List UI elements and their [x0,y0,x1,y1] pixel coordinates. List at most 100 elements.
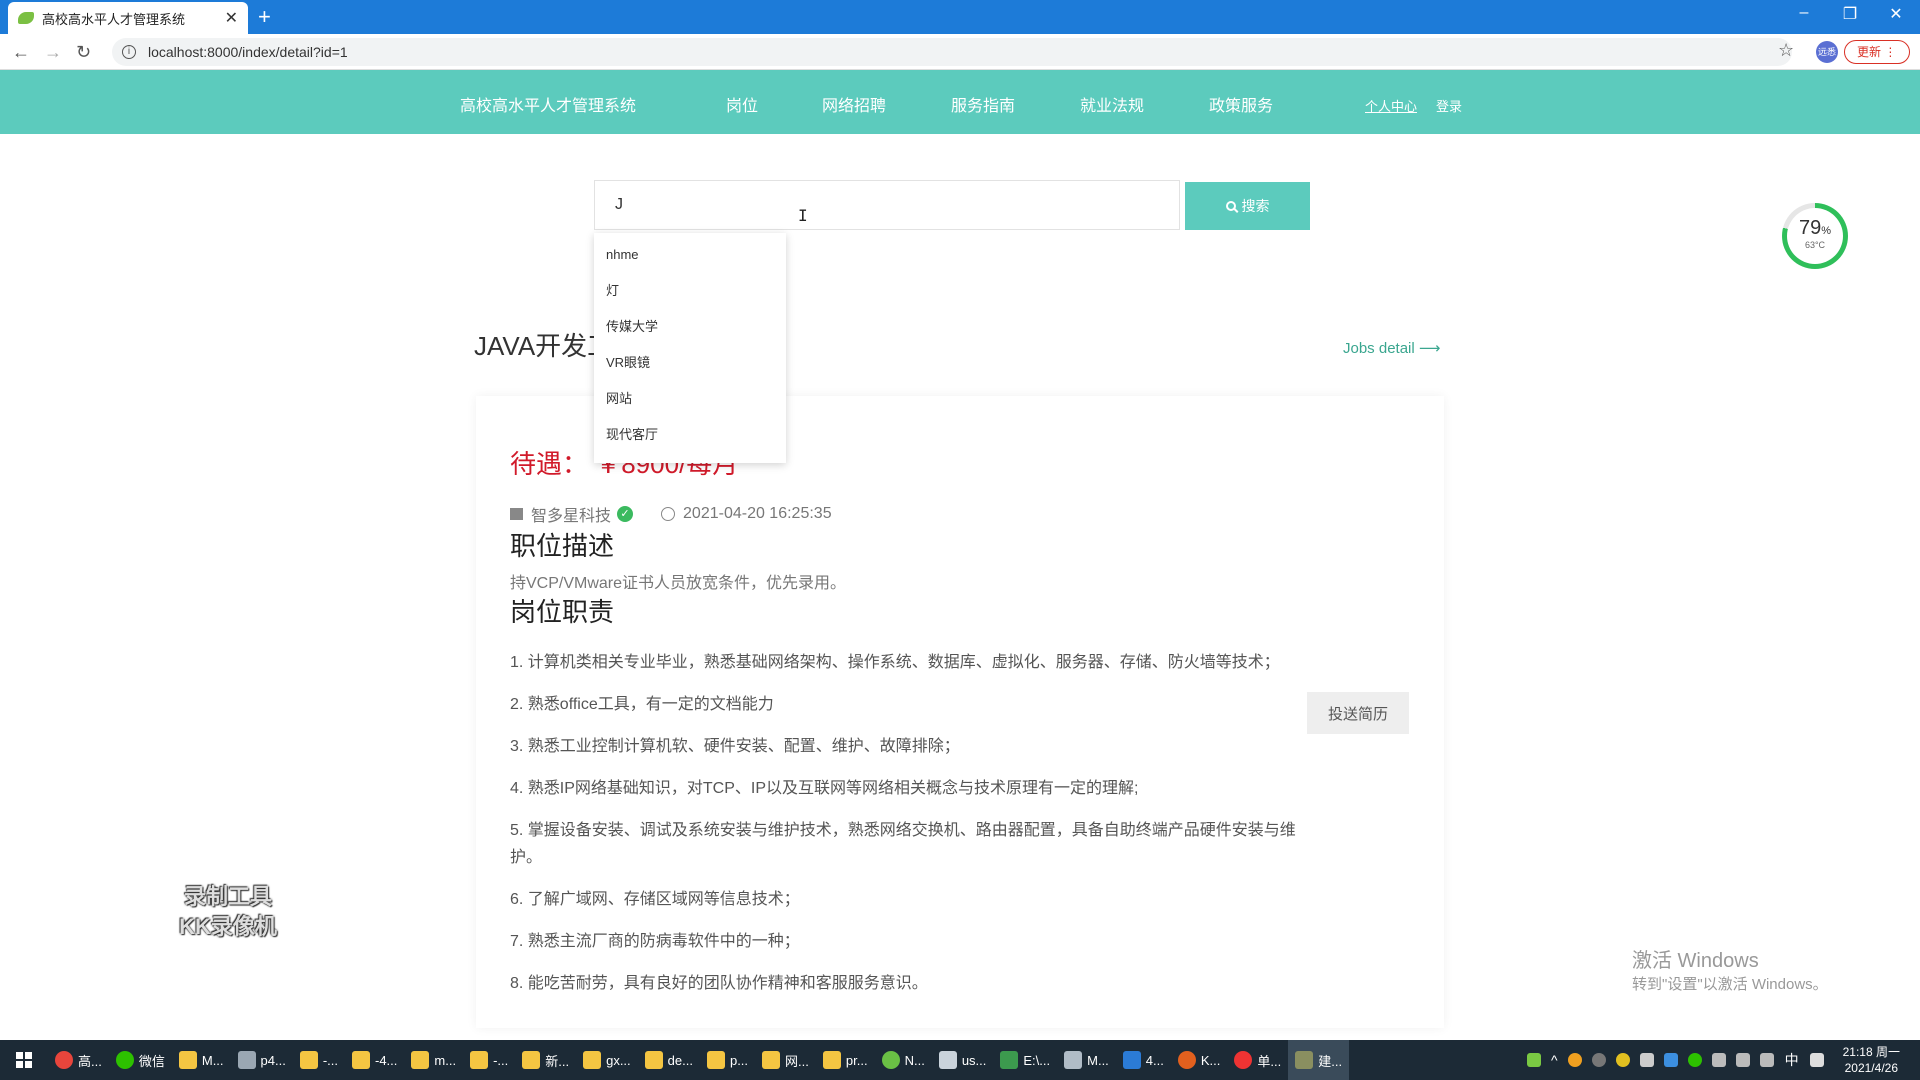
taskbar-item[interactable]: M... [172,1040,231,1080]
qq-icon [1234,1051,1253,1069]
site-brand[interactable]: 高校高水平人才管理系统 [460,92,636,116]
update-button[interactable]: 更新 ⋮ [1844,40,1910,64]
recorder-icon [1177,1051,1196,1069]
new-tab-button[interactable]: + [258,4,271,30]
pen-icon [1064,1051,1083,1069]
taskbar-item[interactable]: -... [293,1040,345,1080]
duty-item: 6. 了解广域网、存储区域网等信息技术； [510,891,800,908]
suggestion-item[interactable]: nhme [594,241,786,277]
folder-icon [470,1051,489,1069]
url-field[interactable]: i localhost:8000/index/detail?id=1 [112,38,1792,66]
tray-app-icon[interactable] [1615,1053,1630,1067]
submit-resume-button[interactable]: 投送简历 [1307,692,1409,734]
back-icon[interactable]: ← [12,42,30,63]
nav-item-employment-law[interactable]: 就业法规 [1080,92,1144,116]
suggestion-item[interactable]: 网站 [594,385,786,421]
app-icon [938,1051,957,1069]
tray-app-icon[interactable] [1639,1053,1654,1067]
tab-title: 高校高水平人才管理系统 [42,11,186,27]
tray-app-icon[interactable] [1591,1053,1606,1067]
description-text: 持VCP/VMware证书人员放宽条件，优先录用。 [510,575,847,592]
chevron-up-icon[interactable]: ^ [1551,1052,1558,1068]
folder-icon [178,1051,197,1069]
personal-center-link[interactable]: 个人中心 [1365,96,1417,115]
duty-item: 7. 熟悉主流厂商的防病毒软件中的一种； [510,933,800,950]
wechat-tray-icon[interactable] [1687,1053,1702,1067]
chrome-icon [55,1051,73,1069]
clock-time: 21:18 周一 [1842,1045,1900,1059]
taskbar-item[interactable]: us... [932,1040,994,1080]
taskbar-item[interactable]: p4... [231,1040,293,1080]
suggestion-item[interactable]: 现代客厅 [594,421,786,457]
taskbar-item[interactable]: pr... [816,1040,875,1080]
nav-item-jobs[interactable]: 岗位 [726,92,758,116]
taskbar-item-chrome[interactable]: 高... [48,1040,109,1080]
keyboard-icon[interactable] [1809,1053,1824,1067]
taskbar-item[interactable]: E:\... [993,1040,1057,1080]
taskbar-item[interactable]: 4... [1116,1040,1171,1080]
wifi-icon[interactable] [1735,1053,1750,1067]
taskbar-item[interactable]: m... [404,1040,463,1080]
jobs-detail-link[interactable]: Jobs detail ⟶ [1343,339,1440,357]
info-icon[interactable]: i [122,45,136,59]
vscode-icon [1122,1051,1141,1069]
arrow-right-icon: ⟶ [1418,340,1441,357]
suggestion-item[interactable]: 传媒大学 [594,313,786,349]
folder-icon [522,1051,541,1069]
browser-tab-bar: 高校高水平人才管理系统 ✕ + – ❐ ✕ [0,0,1920,34]
battery-icon[interactable] [1527,1053,1542,1067]
taskbar-item[interactable]: 单... [1227,1040,1288,1080]
taskbar-item[interactable]: 网... [755,1040,816,1080]
company-name: 智多星科技 [531,508,612,525]
forward-icon[interactable]: → [44,42,62,63]
cpu-usage-gauge[interactable]: 79% 63°C [1782,203,1848,269]
text-cursor-icon: I [798,206,808,225]
taskbar-item[interactable]: p... [700,1040,755,1080]
tray-app-icon[interactable] [1567,1053,1582,1067]
folder-icon [411,1051,430,1069]
taskbar-item[interactable]: -4... [345,1040,404,1080]
taskbar-item[interactable]: de... [638,1040,700,1080]
gauge-temperature: 63°C [1804,240,1826,250]
taskbar-item[interactable]: N... [875,1040,932,1080]
search-button[interactable]: 搜索 [1185,182,1310,230]
nav-item-online-recruit[interactable]: 网络招聘 [822,92,886,116]
taskbar-item[interactable]: -... [463,1040,515,1080]
minimize-button[interactable]: – [1786,4,1822,22]
tray-app-icon[interactable] [1663,1053,1678,1067]
close-tab-icon[interactable]: ✕ [225,8,238,28]
search-input[interactable] [594,180,1180,230]
nav-item-service-guide[interactable]: 服务指南 [951,92,1015,116]
taskbar-item[interactable]: M... [1057,1040,1116,1080]
volume-icon[interactable] [1759,1053,1774,1067]
profile-avatar[interactable]: 远悉 [1816,41,1838,63]
folder-icon [299,1051,318,1069]
update-label: 更新 [1857,45,1882,59]
duty-item: 2. 熟悉office工具，有一定的文档能力 [510,696,774,713]
close-window-button[interactable]: ✕ [1878,4,1914,24]
suggestion-item[interactable]: 灯 [594,277,786,313]
duty-item: 1. 计算机类相关专业毕业，熟悉基础网络架构、操作系统、数据库、虚拟化、服务器、… [510,654,1280,671]
browser-tab[interactable]: 高校高水平人才管理系统 ✕ [8,2,248,34]
folder-icon [822,1051,841,1069]
taskbar-item-wechat[interactable]: 微信 [109,1040,172,1080]
taskbar-item-active[interactable]: 建... [1288,1040,1350,1080]
taskbar-item[interactable]: 新... [515,1040,576,1080]
restore-button[interactable]: ❐ [1832,4,1868,24]
duties-heading: 岗位职责 [510,597,615,627]
nav-item-policy-service[interactable]: 政策服务 [1209,92,1273,116]
clock[interactable]: 21:18 周一 2021/4/26 [1843,1044,1900,1076]
start-button[interactable] [0,1040,48,1080]
duty-item: 4. 熟悉IP网络基础知识，对TCP、IP以及互联网等网络相关概念与技术原理有一… [510,780,1139,797]
activate-title: 激活 Windows [1632,950,1759,972]
reload-icon[interactable]: ↻ [76,42,91,63]
taskbar-item[interactable]: K... [1171,1040,1228,1080]
login-link[interactable]: 登录 [1436,96,1462,115]
taskbar-item[interactable]: gx... [576,1040,638,1080]
autocomplete-dropdown: nhme 灯 传媒大学 VR眼镜 网站 现代客厅 [594,233,786,463]
bookmark-star-icon[interactable]: ☆ [1778,40,1794,61]
suggestion-item[interactable]: VR眼镜 [594,349,786,385]
network-icon[interactable] [1711,1053,1726,1067]
ime-indicator[interactable]: 中 [1785,1050,1799,1070]
address-bar-row: ← → ↻ i localhost:8000/index/detail?id=1… [0,34,1920,70]
